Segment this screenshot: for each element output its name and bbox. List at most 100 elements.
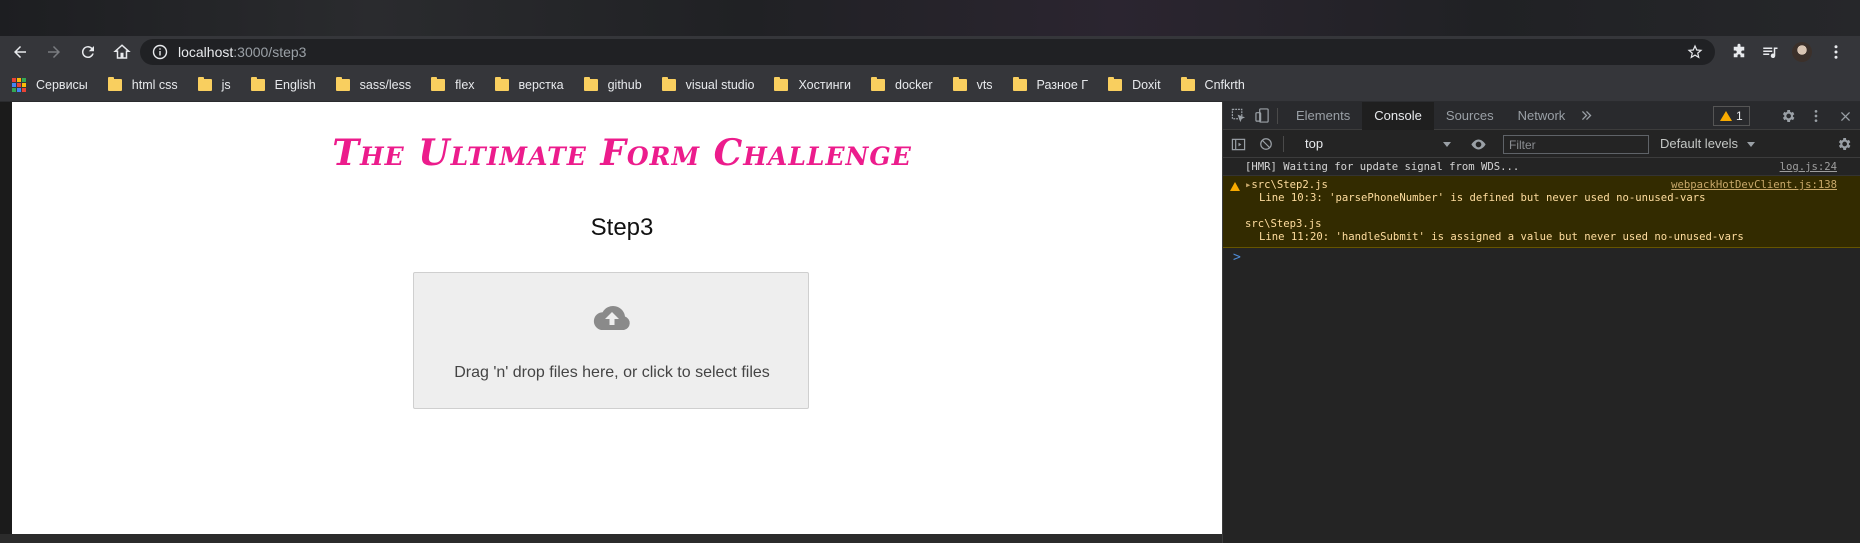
folder-icon (871, 76, 886, 91)
step-heading: Step3 (590, 214, 654, 241)
folder-icon (661, 76, 676, 91)
tab-elements[interactable]: Elements (1284, 102, 1362, 130)
console-output: [HMR] Waiting for update signal from WDS… (1223, 158, 1860, 268)
folder-icon (1012, 76, 1027, 91)
bookmark-services[interactable]: Сервисы (12, 77, 88, 92)
bookmark-label: верстка (518, 77, 564, 92)
close-devtools-button[interactable] (1836, 107, 1854, 125)
log-message: [HMR] Waiting for update signal from WDS… (1245, 161, 1520, 173)
apps-grid-icon (12, 77, 26, 92)
folder-icon (952, 76, 967, 91)
bookmark-folder[interactable]: html css (107, 76, 178, 92)
bookmark-folder[interactable]: visual studio (661, 76, 755, 92)
info-icon[interactable] (152, 44, 168, 60)
warning-source-link[interactable]: webpackHotDevClient.js:138 (1671, 179, 1837, 192)
file-dropzone[interactable]: Drag 'n' drop files here, or click to se… (413, 272, 809, 409)
bookmark-label: Cnfkrth (1204, 77, 1245, 92)
bookmark-folder[interactable]: Cnfkrth (1180, 76, 1245, 92)
more-tabs-button[interactable] (1577, 107, 1595, 125)
filter-input[interactable] (1503, 135, 1649, 154)
bookmark-label: github (607, 77, 642, 92)
forward-button[interactable] (40, 38, 68, 66)
devtools-panel: Elements Console Sources Network 1 top F… (1222, 101, 1860, 543)
clear-console-button[interactable] (1257, 135, 1275, 153)
bookmarks-bar: Сервисы html css js English sass/less fl… (0, 68, 1860, 102)
cloud-upload-icon (593, 306, 630, 330)
caret-down-icon (1443, 142, 1451, 147)
gear-icon (1782, 110, 1795, 122)
folder-icon (1108, 76, 1123, 91)
tab-network[interactable]: Network (1506, 102, 1578, 130)
context-selector[interactable]: top (1301, 134, 1451, 154)
folder-icon (107, 76, 122, 91)
url-text[interactable]: localhost:3000/step3 (178, 44, 306, 60)
close-icon (1840, 111, 1850, 121)
url-host: localhost (178, 44, 234, 60)
home-button[interactable] (108, 38, 136, 66)
reload-icon (81, 46, 94, 59)
log-source-link[interactable]: log.js:24 (1780, 158, 1837, 176)
address-bar[interactable]: localhost:3000/step3 (140, 39, 1715, 65)
sidebar-toggle-button[interactable] (1229, 135, 1247, 153)
gear-icon (1838, 138, 1851, 150)
toolbar-divider (1283, 136, 1284, 152)
bookmark-folder[interactable]: sass/less (335, 76, 412, 92)
reload-button[interactable] (74, 38, 102, 66)
warning-file: src\Step3.js (1245, 218, 1322, 230)
warnings-badge[interactable]: 1 (1713, 106, 1750, 126)
bookmark-label: sass/less (359, 77, 412, 92)
browser-toolbar: localhost:3000/step3 (0, 36, 1860, 68)
folder-icon (1180, 76, 1195, 91)
bookmark-folder[interactable]: vts (952, 76, 993, 92)
settings-button[interactable] (1779, 107, 1797, 125)
tab-console[interactable]: Console (1362, 101, 1434, 130)
bookmark-folder[interactable]: js (197, 76, 231, 92)
sidebar-icon (1231, 138, 1245, 150)
bookmark-label: docker (895, 77, 933, 92)
inspect-element-button[interactable] (1229, 107, 1247, 125)
devtools-menu-button[interactable] (1807, 107, 1825, 125)
bookmark-label: flex (455, 77, 475, 92)
tab-sources[interactable]: Sources (1434, 102, 1506, 130)
arrow-left-icon (14, 46, 26, 58)
console-settings-button[interactable] (1835, 135, 1853, 153)
bookmark-folder[interactable]: github (583, 76, 642, 92)
star-icon[interactable] (1687, 44, 1703, 60)
profile-avatar[interactable] (1792, 42, 1812, 62)
menu-button[interactable] (1826, 42, 1846, 62)
live-expression-button[interactable] (1469, 135, 1487, 153)
media-button[interactable] (1760, 42, 1780, 62)
home-icon (113, 44, 131, 59)
bookmark-folder[interactable]: Разное Г (1012, 76, 1088, 92)
bookmark-label: Doxit (1132, 77, 1161, 92)
page-viewport: The Ultimate Form Challenge Step3 Drag '… (12, 102, 1222, 534)
device-icon (1254, 108, 1269, 123)
bookmark-folder[interactable]: Хостинги (774, 76, 851, 92)
bookmark-folder[interactable]: верстка (494, 76, 564, 92)
kebab-menu-icon (1814, 110, 1818, 122)
folder-icon (774, 76, 789, 91)
bookmark-folder[interactable]: flex (431, 76, 475, 92)
console-prompt[interactable]: > (1223, 248, 1860, 268)
devtools-tabbar: Elements Console Sources Network 1 (1223, 101, 1860, 130)
caret-down-icon (1746, 142, 1755, 148)
eye-icon (1470, 139, 1486, 149)
warning-count: 1 (1736, 109, 1743, 123)
folder-icon (494, 76, 509, 91)
device-toggle-button[interactable] (1253, 107, 1271, 125)
bookmark-label: Сервисы (36, 77, 88, 92)
warning-detail: Line 11:20: 'handleSubmit' is assigned a… (1259, 231, 1744, 243)
bookmark-label: visual studio (685, 77, 755, 92)
bookmark-folder[interactable]: docker (871, 76, 933, 92)
bookmark-folder[interactable]: English (250, 76, 316, 92)
puzzle-icon (1733, 43, 1745, 58)
back-button[interactable] (6, 38, 34, 66)
playlist-icon (1763, 47, 1778, 59)
folder-icon (583, 76, 598, 91)
extensions-button[interactable] (1729, 42, 1749, 62)
toolbar-divider (1277, 107, 1278, 124)
warning-icon (1720, 111, 1732, 121)
log-levels-dropdown[interactable]: Default levels (1660, 134, 1755, 154)
bookmark-folder[interactable]: Doxit (1108, 76, 1161, 92)
